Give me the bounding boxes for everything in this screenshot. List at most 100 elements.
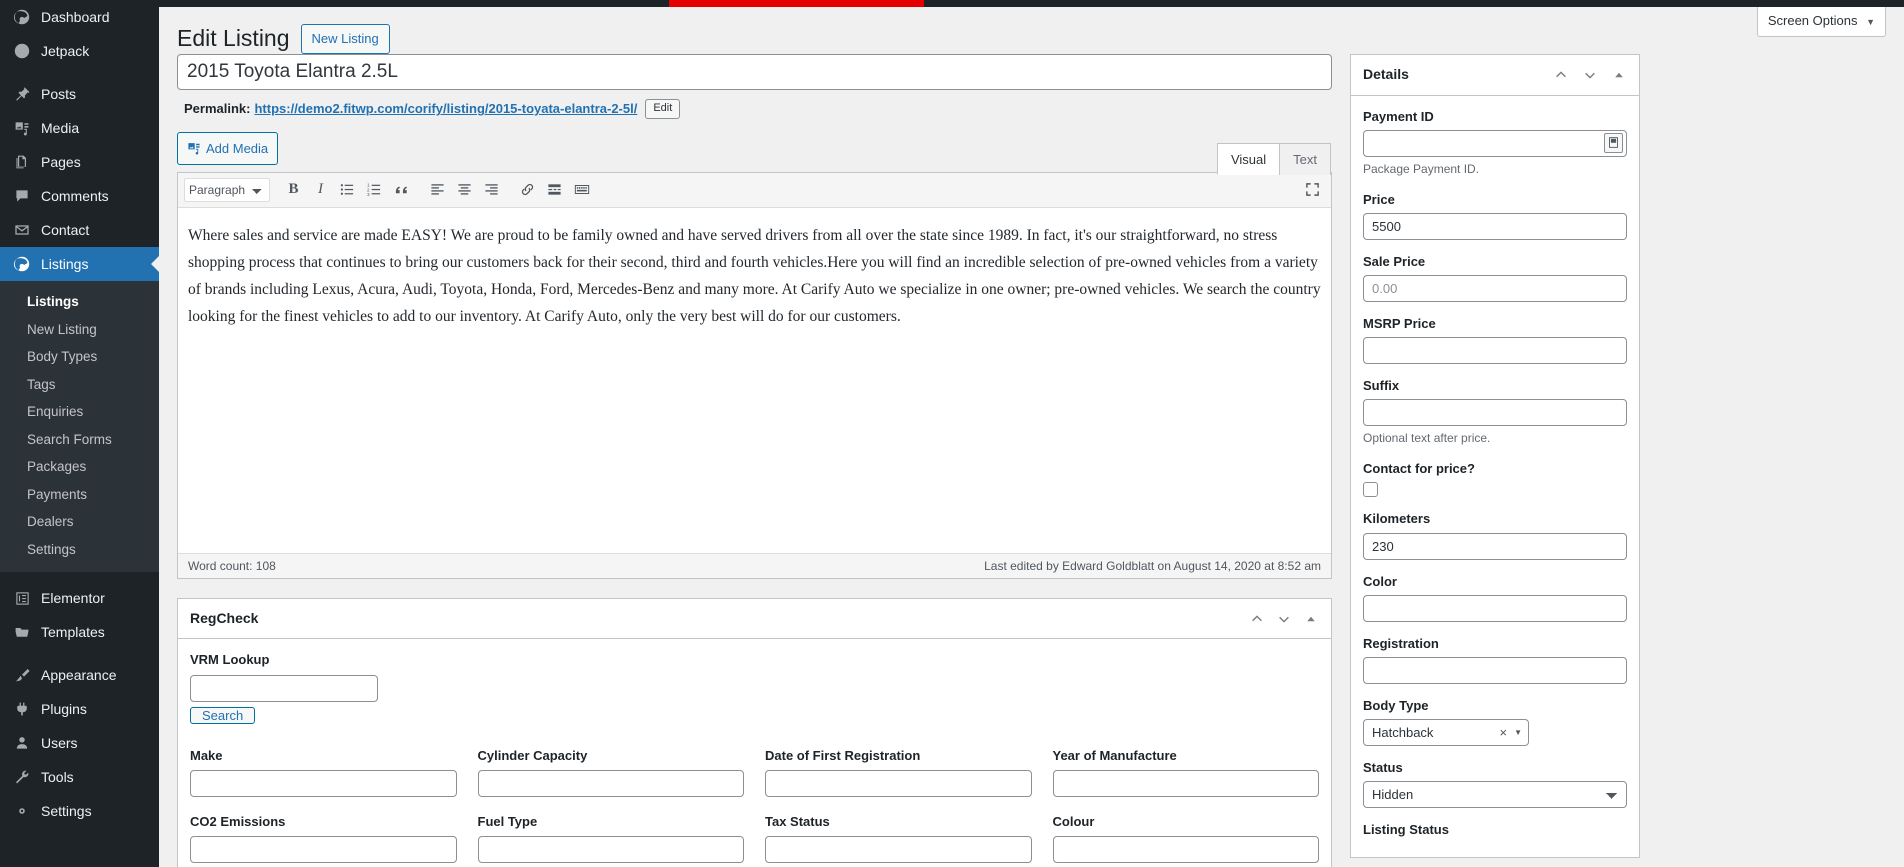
fuel-type-input[interactable]: [477, 836, 744, 864]
blockquote-icon[interactable]: [389, 177, 414, 202]
sidebar-divider: [0, 649, 159, 658]
permalink-label: Permalink:: [184, 101, 251, 117]
submenu-item-payments[interactable]: Payments: [0, 481, 159, 509]
color-input[interactable]: [1363, 594, 1627, 622]
suffix-input[interactable]: [1363, 399, 1627, 427]
payment-id-input[interactable]: [1363, 129, 1627, 157]
fullscreen-icon[interactable]: [1300, 177, 1325, 202]
last-edited-text: Last edited by Edward Goldblatt on Augus…: [984, 558, 1321, 573]
sidebar-item-label: Listings: [41, 256, 89, 272]
paragraph-format-select[interactable]: Paragraph: [184, 177, 270, 202]
move-down-icon[interactable]: [1276, 611, 1292, 627]
sidebar-item-contact[interactable]: Contact: [0, 213, 159, 247]
sidebar-item-label: Media: [41, 120, 80, 136]
date-first-registration-input[interactable]: [765, 770, 1032, 798]
submenu-item-packages[interactable]: Packages: [0, 453, 159, 481]
msrp-price-input[interactable]: [1363, 337, 1627, 365]
field-label: CO2 Emissions: [190, 814, 286, 830]
move-up-icon[interactable]: [1553, 67, 1569, 83]
numbered-list-icon[interactable]: 123: [362, 177, 387, 202]
sidebar-item-comments[interactable]: Comments: [0, 179, 159, 213]
submenu-item-new-listing[interactable]: New Listing: [0, 316, 159, 344]
italic-icon[interactable]: I: [308, 177, 333, 202]
align-right-icon[interactable]: [479, 177, 504, 202]
field-price: Price: [1363, 191, 1627, 240]
sidebar-item-listings[interactable]: Listings: [0, 247, 159, 281]
contact-for-price-label: Contact for price?: [1363, 461, 1475, 477]
move-up-icon[interactable]: [1249, 611, 1265, 627]
sidebar-item-posts[interactable]: Posts: [0, 77, 159, 111]
permalink-edit-button[interactable]: Edit: [645, 99, 681, 119]
vrm-lookup-input[interactable]: [190, 674, 378, 702]
sidebar-item-users[interactable]: Users: [0, 726, 159, 760]
sidebar-item-settings[interactable]: Settings: [0, 794, 159, 828]
cylinder-capacity-input[interactable]: [477, 770, 744, 798]
vrm-search-button[interactable]: Search: [190, 706, 256, 724]
submenu-item-body-types[interactable]: Body Types: [0, 343, 159, 371]
bold-icon[interactable]: B: [281, 177, 306, 202]
submenu-item-enquiries[interactable]: Enquiries: [0, 398, 159, 426]
primary-column: Permalink: https://demo2.fitwp.com/corif…: [177, 54, 1332, 867]
sale-price-label: Sale Price: [1363, 253, 1426, 269]
registration-input[interactable]: [1363, 656, 1627, 684]
new-listing-button[interactable]: New Listing: [300, 24, 390, 54]
align-left-icon[interactable]: [425, 177, 450, 202]
sidebar-item-elementor[interactable]: Elementor: [0, 581, 159, 615]
clear-icon[interactable]: ×: [1499, 725, 1507, 740]
toggle-panel-icon[interactable]: [1611, 67, 1627, 83]
sidebar-item-jetpack[interactable]: Jetpack: [0, 34, 159, 68]
admin-sidebar: Dashboard Jetpack Posts Media Pages Comm…: [0, 0, 159, 867]
submenu-item-dealers[interactable]: Dealers: [0, 508, 159, 536]
sidebar-item-pages[interactable]: Pages: [0, 145, 159, 179]
brush-icon: [12, 665, 32, 685]
co2-emissions-input[interactable]: [190, 836, 457, 864]
align-center-icon[interactable]: [452, 177, 477, 202]
body-type-select[interactable]: Hatchback × ▼: [1363, 719, 1529, 747]
toolbar-toggle-icon[interactable]: [569, 177, 594, 202]
submenu-item-listings[interactable]: Listings: [0, 288, 159, 316]
add-media-button[interactable]: Add Media: [177, 131, 279, 165]
read-more-icon[interactable]: [542, 177, 567, 202]
pin-icon: [12, 84, 32, 104]
field-label: Cylinder Capacity: [477, 747, 588, 763]
submenu-item-settings[interactable]: Settings: [0, 536, 159, 564]
color-label: Color: [1363, 573, 1397, 589]
permalink-link[interactable]: https://demo2.fitwp.com/corify/listing/2…: [254, 101, 637, 116]
link-icon[interactable]: [515, 177, 540, 202]
sidebar-item-label: Elementor: [41, 590, 105, 607]
sale-price-input[interactable]: [1363, 274, 1627, 302]
sidebar-item-tools[interactable]: Tools: [0, 760, 159, 794]
kilometers-label: Kilometers: [1363, 511, 1431, 527]
year-of-manufacture-input[interactable]: [1052, 770, 1319, 798]
payment-id-description: Package Payment ID.: [1363, 161, 1480, 176]
kilometers-input[interactable]: [1363, 532, 1627, 560]
toggle-panel-icon[interactable]: [1303, 611, 1319, 627]
sidebar-item-dashboard[interactable]: Dashboard: [0, 0, 159, 34]
media-icon: [12, 118, 32, 138]
listings-icon: [12, 254, 32, 274]
submenu-item-tags[interactable]: Tags: [0, 371, 159, 399]
post-title-input[interactable]: [177, 54, 1332, 90]
price-label: Price: [1363, 191, 1395, 207]
editor-content[interactable]: Where sales and service are made EASY! W…: [178, 208, 1331, 553]
tab-visual[interactable]: Visual: [1216, 142, 1281, 175]
colour-input[interactable]: [1052, 836, 1319, 864]
move-down-icon[interactable]: [1582, 67, 1598, 83]
sidebar-item-templates[interactable]: Templates: [0, 615, 159, 649]
sidebar-divider: [0, 572, 159, 581]
make-input[interactable]: [190, 770, 457, 798]
bulleted-list-icon[interactable]: [335, 177, 360, 202]
screen-options-button[interactable]: Screen Options ▼: [1756, 7, 1886, 37]
tax-status-input[interactable]: [765, 836, 1032, 864]
payment-id-picker-icon[interactable]: [1604, 132, 1623, 153]
sidebar-item-appearance[interactable]: Appearance: [0, 658, 159, 692]
sidebar-item-label: Tools: [41, 769, 74, 786]
sidebar-item-media[interactable]: Media: [0, 111, 159, 145]
submenu-item-search-forms[interactable]: Search Forms: [0, 426, 159, 454]
tab-text[interactable]: Text: [1279, 142, 1331, 175]
add-media-icon: [187, 141, 201, 155]
contact-for-price-checkbox[interactable]: [1363, 482, 1378, 498]
sidebar-item-plugins[interactable]: Plugins: [0, 692, 159, 726]
status-select[interactable]: Hidden: [1363, 781, 1627, 809]
price-input[interactable]: [1363, 212, 1627, 240]
